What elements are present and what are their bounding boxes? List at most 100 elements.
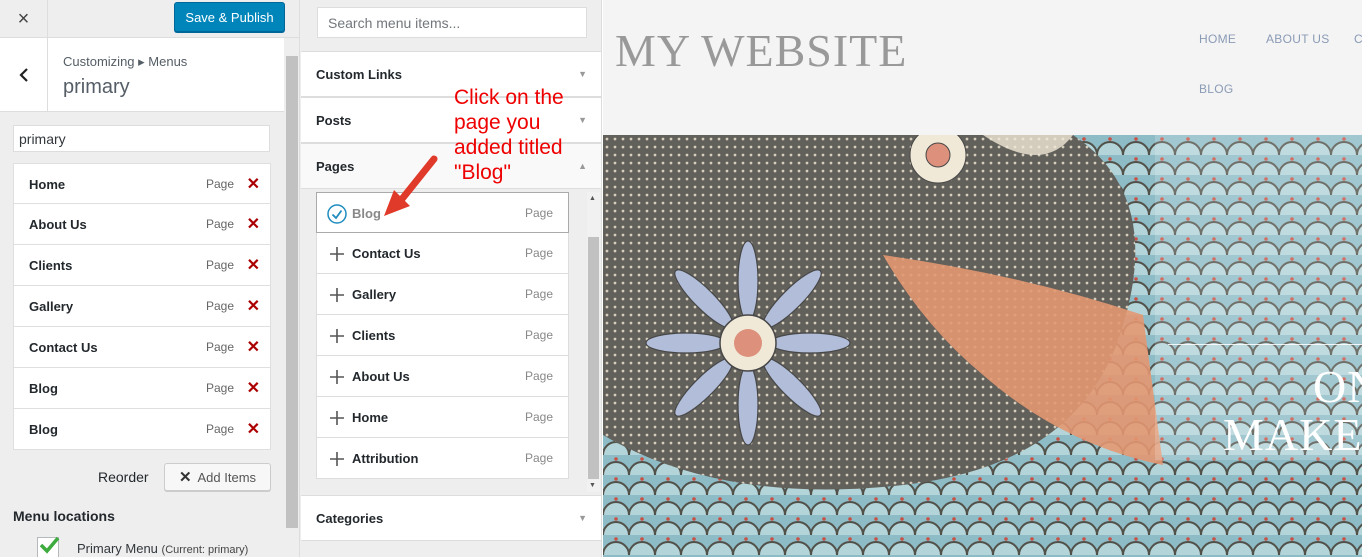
location-checkbox[interactable] [37, 536, 60, 557]
menu-item[interactable]: Home Page ✕ [13, 163, 271, 204]
location-current: (Current: primary) [161, 543, 249, 556]
menu-item-type: Page [205, 422, 234, 436]
hero-heading-line2: MAKE [1223, 409, 1362, 460]
hero-heading-line1: ON [1313, 361, 1362, 412]
menu-name-input[interactable] [13, 125, 270, 152]
customizer-header: × Save & Publish [0, 0, 299, 38]
nav-link-clients[interactable]: C [1354, 32, 1362, 46]
menu-item-type: Page [205, 340, 234, 354]
menu-item-title: Home [29, 177, 66, 192]
nav-link-blog[interactable]: BLOG [1199, 82, 1234, 96]
menu-item-type: Page [205, 217, 234, 231]
site-title[interactable]: MY WEBSITE [615, 24, 907, 77]
section-header: Customizing ▸ Menus primary [0, 38, 284, 112]
accordion-title: Posts [316, 113, 352, 128]
check-circle-icon [327, 204, 347, 224]
menu-item-type: Page [205, 381, 234, 395]
page-item[interactable]: Gallery Page [316, 274, 569, 315]
remove-icon[interactable]: ✕ [247, 174, 260, 194]
site-header: MY WEBSITE HOME ABOUT US C BLOG [603, 0, 1362, 135]
page-item[interactable]: Attribution Page [316, 438, 569, 479]
page-item-type: Page [524, 328, 553, 342]
plus-icon [327, 244, 347, 264]
accordion-title: Pages [316, 159, 355, 174]
close-icon: ✕ [178, 469, 192, 486]
checkmark-icon [39, 536, 60, 554]
scroll-up-icon[interactable]: ▲ [589, 195, 596, 202]
scroll-down-icon[interactable]: ▼ [589, 482, 596, 489]
page-item-type: Page [524, 369, 553, 383]
menu-item-title: Blog [29, 381, 58, 396]
plus-icon [327, 285, 347, 305]
page-item-type: Page [524, 246, 553, 260]
pages-scrollbar-thumb[interactable] [588, 237, 599, 479]
page-item-title: Home [352, 410, 389, 425]
menu-item[interactable]: Blog Page ✕ [13, 409, 271, 450]
pages-list: Blog Page Contact Us Page Gallery Page C… [316, 192, 569, 482]
hero-divider [1168, 344, 1362, 345]
save-publish-button[interactable]: Save & Publish [174, 2, 285, 32]
menu-item[interactable]: Clients Page ✕ [13, 245, 271, 286]
annotation-arrow-icon [384, 155, 438, 216]
section-title: primary [63, 76, 130, 98]
page-item-type: Page [524, 287, 553, 301]
sidebar-scrollbar-thumb[interactable] [286, 56, 298, 528]
accordion-title: Categories [316, 511, 384, 526]
menu-item[interactable]: Blog Page ✕ [13, 368, 271, 409]
remove-icon[interactable]: ✕ [247, 296, 260, 316]
plus-icon [327, 408, 347, 428]
page-item-title: Gallery [352, 287, 397, 302]
accordion-title: Custom Links [316, 67, 402, 82]
page-item-title: Clients [352, 328, 396, 343]
page-item[interactable]: About Us Page [316, 356, 569, 397]
page-item-title: Attribution [352, 451, 419, 466]
menu-locations-heading: Menu locations [13, 508, 115, 524]
remove-icon[interactable]: ✕ [247, 337, 260, 357]
accordion-categories[interactable]: Categories ▼ [301, 495, 601, 541]
customizer-sidebar: × Save & Publish Customizing ▸ Menus pri… [0, 0, 300, 557]
caret-down-icon: ▼ [578, 69, 587, 79]
caret-down-icon: ▼ [578, 513, 587, 523]
remove-icon[interactable]: ✕ [247, 214, 260, 234]
search-menu-items-input[interactable] [317, 7, 587, 38]
close-customizer-button[interactable]: × [0, 0, 48, 38]
menu-item-title: Clients [29, 258, 73, 273]
remove-icon[interactable]: ✕ [247, 255, 260, 275]
location-label: Primary Menu [77, 540, 158, 556]
reorder-button[interactable]: Reorder [98, 469, 149, 485]
menu-item-type: Page [205, 258, 234, 272]
menu-item-title: Blog [29, 422, 58, 437]
menu-item-title: Gallery [29, 299, 74, 314]
remove-icon[interactable]: ✕ [247, 419, 260, 439]
page-item-type: Page [524, 410, 553, 424]
chevron-left-icon [18, 68, 28, 82]
menu-item[interactable]: Contact Us Page ✕ [13, 327, 271, 368]
plus-icon [327, 326, 347, 346]
back-button[interactable] [0, 38, 48, 112]
page-item-type: Page [524, 206, 553, 220]
page-item-title: About Us [352, 369, 410, 384]
menu-item[interactable]: Gallery Page ✕ [13, 286, 271, 327]
remove-icon[interactable]: ✕ [247, 378, 260, 398]
annotation-text: Click on the page you added titled "Blog… [454, 86, 564, 184]
plus-icon [327, 367, 347, 387]
menu-item[interactable]: About Us Page ✕ [13, 204, 271, 245]
add-items-button[interactable]: ✕ Add Items [164, 463, 271, 491]
nav-link-home[interactable]: HOME [1199, 32, 1236, 46]
page-item-type: Page [524, 451, 553, 465]
menu-item-type: Page [205, 177, 234, 191]
nav-link-about[interactable]: ABOUT US [1266, 32, 1330, 46]
page-item-title: Contact Us [352, 246, 421, 261]
menu-location-row: Primary Menu (Current: primary) [37, 536, 249, 557]
page-item[interactable]: Contact Us Page [316, 233, 569, 274]
page-item[interactable]: Clients Page [316, 315, 569, 356]
site-preview: MY WEBSITE HOME ABOUT US C BLOG O MAKE [603, 0, 1362, 557]
menu-item-type: Page [205, 299, 234, 313]
plus-icon [327, 449, 347, 469]
menu-item-title: Contact Us [29, 340, 98, 355]
page-item[interactable]: Home Page [316, 397, 569, 438]
page-item-title: Blog [352, 206, 381, 221]
menu-item-title: About Us [29, 217, 87, 232]
menu-items-list: Home Page ✕ About Us Page ✕ Clients Page… [13, 163, 271, 450]
add-items-label: Add Items [197, 469, 257, 485]
